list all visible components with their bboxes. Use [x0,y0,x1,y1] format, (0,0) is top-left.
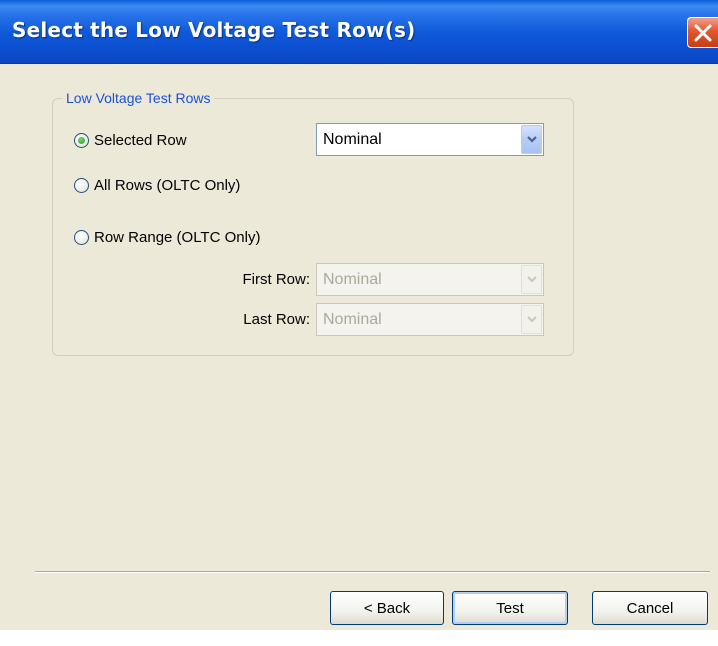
selected-row-dropdown[interactable]: Nominal [316,123,544,156]
footer-separator [35,571,710,573]
radio-button-checked[interactable] [74,132,89,148]
title-bar[interactable]: Select the Low Voltage Test Row(s) [0,0,718,64]
test-button[interactable]: Test [452,591,568,625]
first-row-dropdown[interactable]: Nominal [316,263,544,296]
close-button[interactable] [687,17,718,48]
first-row-label: First Row: [242,271,311,288]
last-row-dropdown[interactable]: Nominal [316,303,544,336]
dropdown-value: Nominal [323,271,382,288]
radio-button[interactable] [74,177,89,193]
radio-row-range[interactable]: Row Range (OLTC Only) [74,226,260,248]
radio-label: Row Range (OLTC Only) [94,228,261,246]
chevron-down-icon [527,316,537,323]
radio-all-rows[interactable]: All Rows (OLTC Only) [74,174,240,196]
radio-label: Selected Row [94,131,187,149]
radio-selected-row[interactable]: Selected Row [74,129,187,151]
dropdown-value: Nominal [323,311,382,328]
back-button[interactable]: < Back [330,591,444,625]
dialog-window: Select the Low Voltage Test Row(s) Low V… [0,0,718,630]
radio-button[interactable] [74,229,89,245]
radio-label: All Rows (OLTC Only) [94,176,241,194]
cancel-button[interactable]: Cancel [592,591,708,625]
window-title: Select the Low Voltage Test Row(s) [12,18,416,42]
dropdown-arrow-button[interactable] [521,265,542,294]
group-legend: Low Voltage Test Rows [63,90,214,106]
chevron-down-icon [527,136,537,143]
dropdown-arrow-button[interactable] [521,125,542,154]
last-row-label: Last Row: [243,311,310,328]
chevron-down-icon [527,276,537,283]
dropdown-arrow-button[interactable] [521,305,542,334]
close-icon [694,24,712,42]
dropdown-value: Nominal [323,131,382,148]
